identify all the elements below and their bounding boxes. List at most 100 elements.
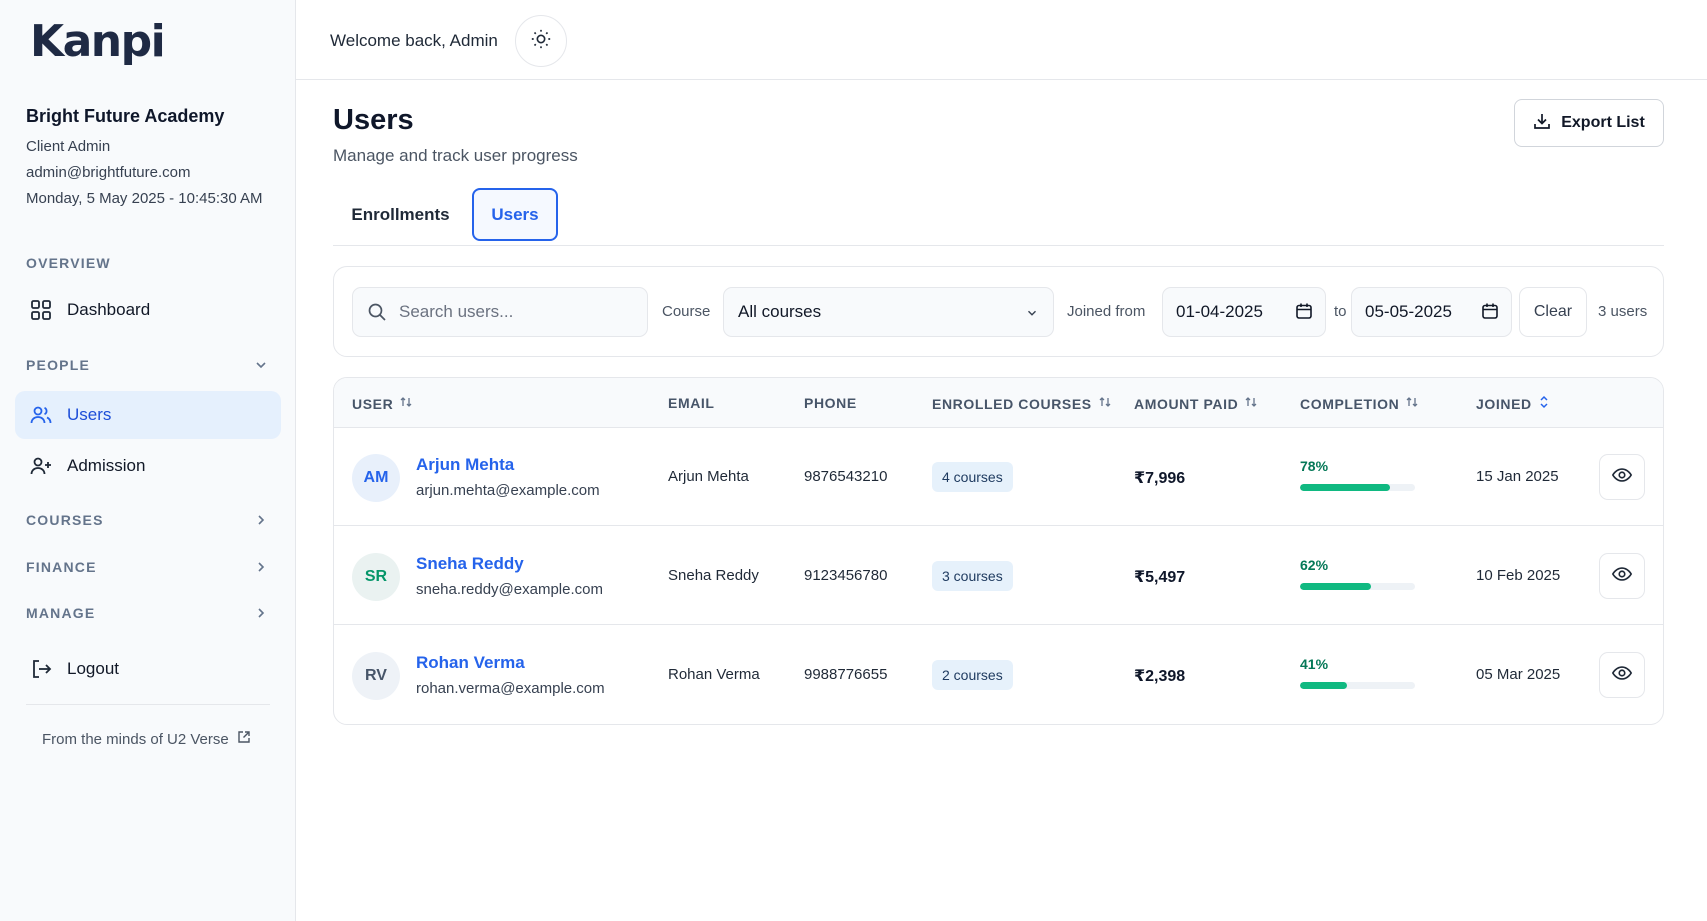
user-name-link[interactable]: Sneha Reddy (416, 554, 524, 574)
eye-icon (1611, 563, 1633, 590)
user-display-name: Rohan Verma (668, 666, 760, 683)
external-link-icon (237, 730, 251, 748)
export-list-button[interactable]: Export List (1514, 99, 1664, 147)
eye-icon (1611, 662, 1633, 689)
course-select[interactable]: All courses (723, 287, 1054, 337)
users-table: USER EMAIL PHONE ENROLLED COURSES AMOUNT… (333, 377, 1664, 725)
user-name-link[interactable]: Rohan Verma (416, 653, 525, 673)
date-from-input[interactable]: 01-04-2025 (1162, 287, 1326, 337)
search-input[interactable] (399, 302, 629, 322)
tab-enrollments[interactable]: Enrollments (333, 188, 468, 241)
dashboard-grid-icon (29, 298, 53, 322)
date-from-value: 01-04-2025 (1176, 302, 1263, 321)
logout-label: Logout (67, 659, 119, 678)
section-manage-toggle[interactable]: MANAGE (26, 605, 95, 621)
user-email: sneha.reddy@example.com (416, 581, 603, 598)
view-user-button[interactable] (1599, 454, 1645, 500)
col-courses-sort[interactable]: ENROLLED COURSES (932, 395, 1112, 412)
completion-bar (1300, 484, 1415, 491)
tab-users[interactable]: Users (472, 188, 558, 241)
course-filter-label: Course (662, 303, 711, 320)
user-display-name: Sneha Reddy (668, 567, 759, 584)
joined-date: 05 Mar 2025 (1476, 666, 1561, 683)
courses-badge: 2 courses (932, 660, 1013, 690)
credit-link[interactable]: From the minds of U2 Verse (42, 730, 251, 748)
user-email: rohan.verma@example.com (416, 680, 605, 697)
sidebar-item-users[interactable]: Users (15, 391, 281, 439)
chevron-down-icon[interactable] (253, 357, 269, 373)
col-amount-label: AMOUNT PAID (1134, 395, 1239, 412)
sort-icon (1244, 395, 1258, 412)
logout-icon (29, 657, 53, 681)
calendar-icon[interactable] (1295, 302, 1313, 325)
amount-paid: ₹5,497 (1134, 569, 1186, 586)
to-label: to (1334, 303, 1347, 320)
chevron-right-icon[interactable] (253, 605, 269, 621)
joined-from-label: Joined from (1067, 303, 1146, 320)
sidebar-item-label: Admission (67, 456, 146, 475)
page-subtitle: Manage and track user progress (333, 146, 578, 165)
logout-button[interactable]: Logout (15, 645, 281, 693)
current-datetime: Monday, 5 May 2025 - 10:45:30 AM (26, 190, 263, 207)
sidebar-item-dashboard[interactable]: Dashboard (15, 286, 281, 334)
user-display-name: Arjun Mehta (668, 468, 749, 485)
joined-date: 15 Jan 2025 (1476, 468, 1559, 485)
courses-badge: 3 courses (932, 561, 1013, 591)
clear-filters-button[interactable]: Clear (1519, 287, 1587, 337)
section-people-toggle[interactable]: PEOPLE (26, 357, 90, 373)
col-courses-label: ENROLLED COURSES (932, 395, 1092, 412)
completion-percent: 62% (1300, 557, 1329, 573)
avatar: AM (352, 454, 400, 502)
table-row: RV Rohan Verma rohan.verma@example.com R… (334, 626, 1663, 724)
completion-bar (1300, 583, 1415, 590)
sort-icon (1405, 395, 1419, 412)
user-name-link[interactable]: Arjun Mehta (416, 455, 514, 475)
filter-bar: Course All courses Joined from 01-04-202… (333, 266, 1664, 357)
amount-paid: ₹7,996 (1134, 470, 1186, 487)
user-phone: 9123456780 (804, 567, 888, 584)
sort-icon (399, 395, 413, 412)
avatar: RV (352, 652, 400, 700)
courses-badge: 4 courses (932, 462, 1013, 492)
theme-toggle-button[interactable] (515, 15, 567, 67)
col-user-sort[interactable]: USER (352, 395, 413, 412)
view-user-button[interactable] (1599, 652, 1645, 698)
col-completion-sort[interactable]: COMPLETION (1300, 395, 1419, 412)
sort-icon (1098, 395, 1112, 412)
chevron-right-icon[interactable] (253, 512, 269, 528)
users-icon (29, 403, 53, 427)
sidebar-item-label: Users (67, 405, 112, 424)
date-to-input[interactable]: 05-05-2025 (1351, 287, 1512, 337)
completion-bar-fill (1300, 583, 1372, 590)
chevron-right-icon[interactable] (253, 559, 269, 575)
section-courses-toggle[interactable]: COURSES (26, 512, 104, 528)
sidebar-item-admission[interactable]: Admission (15, 442, 281, 490)
col-phone: PHONE (804, 395, 857, 411)
export-label: Export List (1561, 114, 1645, 131)
view-user-button[interactable] (1599, 553, 1645, 599)
avatar-initials: SR (364, 568, 388, 585)
table-header: USER EMAIL PHONE ENROLLED COURSES AMOUNT… (334, 378, 1663, 428)
col-joined-label: JOINED (1476, 395, 1532, 412)
section-overview: OVERVIEW (26, 255, 111, 271)
user-phone: 9876543210 (804, 468, 888, 485)
joined-date: 10 Feb 2025 (1476, 567, 1561, 584)
calendar-icon[interactable] (1481, 302, 1499, 325)
brand-logo[interactable]: Kanpi (30, 16, 166, 67)
col-amount-sort[interactable]: AMOUNT PAID (1134, 395, 1258, 412)
user-phone: 9988776655 (804, 666, 888, 683)
sidebar-divider (26, 704, 270, 705)
org-email: admin@brightfuture.com (26, 164, 191, 181)
credit-text: From the minds of U2 Verse (42, 730, 229, 748)
section-finance-toggle[interactable]: FINANCE (26, 559, 97, 575)
org-name: Bright Future Academy (26, 106, 225, 126)
completion-percent: 41% (1300, 656, 1329, 672)
search-field[interactable] (352, 287, 648, 337)
col-joined-sort[interactable]: JOINED (1476, 395, 1550, 412)
page-title: Users (333, 104, 414, 136)
user-plus-icon (29, 454, 53, 478)
avatar-initials: RV (365, 667, 387, 684)
chevron-down-icon (1025, 305, 1039, 325)
col-email: EMAIL (668, 395, 715, 411)
amount-paid: ₹2,398 (1134, 668, 1186, 685)
